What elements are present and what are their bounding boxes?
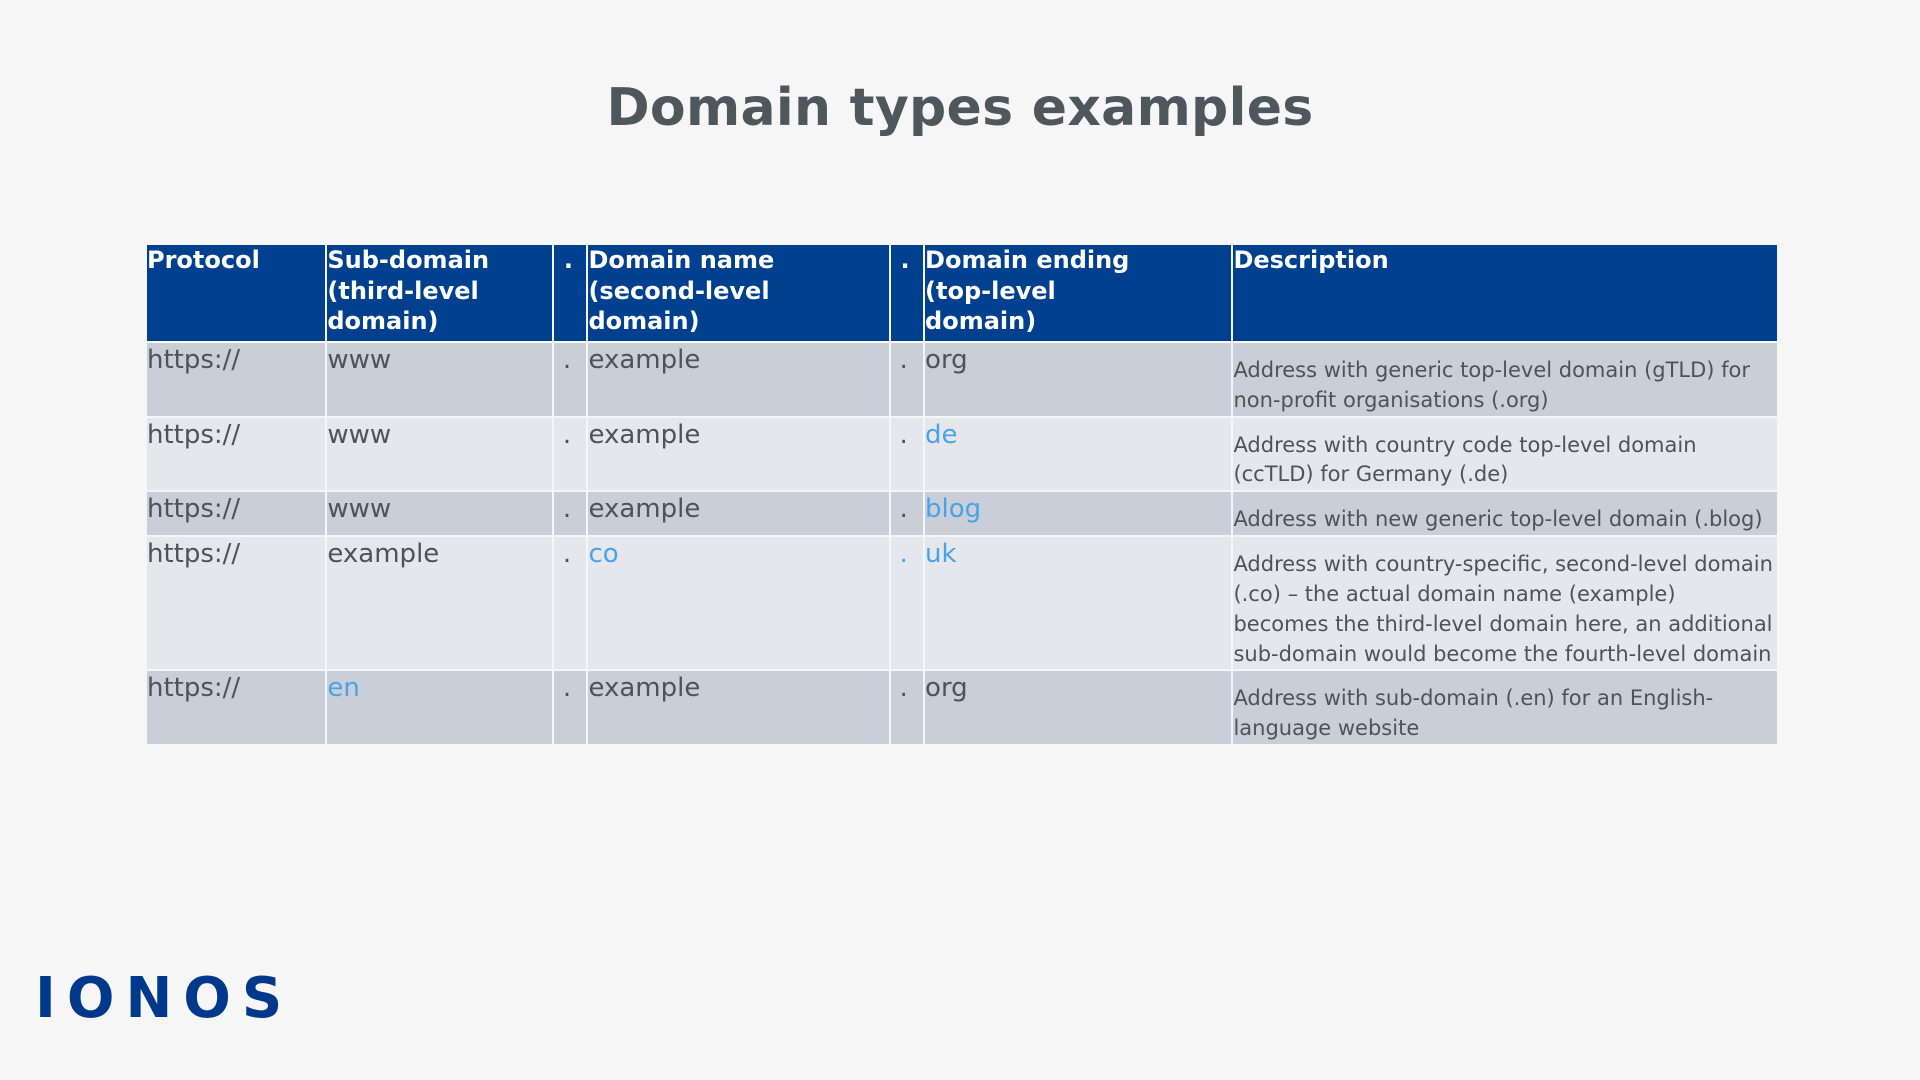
column-header-dot-separator-2: . bbox=[890, 245, 924, 341]
cell-protocol: https:// bbox=[147, 492, 326, 536]
cell-domain-ending: blog bbox=[925, 492, 1232, 536]
cell-protocol: https:// bbox=[147, 343, 326, 416]
cell-domain-name: example bbox=[588, 492, 889, 536]
table-row: https://example. co. uk Address with countr… bbox=[147, 537, 1777, 670]
cell-description: Address with new generic top-level domai… bbox=[1233, 492, 1777, 536]
header-line: . bbox=[563, 246, 574, 274]
cell-subdomain: www bbox=[327, 343, 552, 416]
column-header-protocol: Protocol bbox=[147, 245, 326, 341]
cell-description: Address with country code top-level doma… bbox=[1233, 417, 1777, 491]
cell-dot-separator-1: . bbox=[553, 492, 587, 536]
header-line: (top-level bbox=[925, 276, 1056, 305]
header-line: . bbox=[900, 246, 910, 274]
header-line: domain) bbox=[925, 307, 1037, 336]
cell-description: Address with sub-domain (.en) for an Eng… bbox=[1233, 671, 1777, 744]
cell-dot-separator-1: . bbox=[553, 343, 587, 416]
cell-domain-name: example bbox=[588, 417, 889, 491]
header-line: Sub-domain bbox=[327, 246, 490, 274]
header-line: (second-level bbox=[588, 276, 770, 305]
table-header: Protocol Sub-domain (third-level domain)… bbox=[147, 245, 1777, 341]
infographic-page: Domain types examples Protocol Sub-domai… bbox=[0, 0, 1920, 1080]
cell-domain-name: example bbox=[588, 343, 889, 416]
cell-subdomain: www bbox=[327, 492, 552, 536]
cell-description: Address with country-specific, second-le… bbox=[1233, 537, 1777, 670]
header-line: Domain name bbox=[588, 246, 775, 274]
domain-types-table: Protocol Sub-domain (third-level domain)… bbox=[145, 243, 1779, 746]
page-title: Domain types examples bbox=[606, 78, 1314, 138]
cell-protocol: https:// bbox=[147, 671, 326, 744]
header-line: domain) bbox=[588, 307, 700, 336]
table-row: https://www. example. org Address with gene… bbox=[147, 343, 1777, 416]
cell-protocol: https:// bbox=[147, 417, 326, 491]
cell-subdomain: example bbox=[327, 537, 552, 670]
cell-dot-separator-1: . bbox=[553, 537, 587, 670]
cell-domain-name: co bbox=[588, 537, 889, 670]
column-header-description: Description bbox=[1233, 245, 1777, 341]
cell-dot-separator-2: . bbox=[890, 492, 924, 536]
column-header-dot-separator-1: . bbox=[553, 245, 587, 341]
cell-dot-separator-1: . bbox=[553, 671, 587, 744]
table-row: https://en. example. org Address with sub-d… bbox=[147, 671, 1777, 744]
table-header-row: Protocol Sub-domain (third-level domain)… bbox=[147, 245, 1777, 341]
cell-subdomain: www bbox=[327, 417, 552, 491]
table-body: https://www. example. org Address with gene… bbox=[147, 343, 1777, 744]
cell-subdomain: en bbox=[327, 671, 552, 744]
cell-dot-separator-2: . bbox=[890, 417, 924, 491]
cell-domain-ending: org bbox=[925, 343, 1232, 416]
header-line: (third-level bbox=[327, 276, 479, 305]
column-header-domain-name: Domain name (second-level domain) bbox=[588, 245, 889, 341]
cell-domain-name: example bbox=[588, 671, 889, 744]
cell-protocol: https:// bbox=[147, 537, 326, 670]
domain-types-table-wrapper: Protocol Sub-domain (third-level domain)… bbox=[145, 243, 1779, 746]
ionos-logo: IONOS bbox=[35, 966, 294, 1031]
header-line: domain) bbox=[327, 307, 439, 336]
header-line: Description bbox=[1233, 246, 1389, 274]
cell-dot-separator-2: . bbox=[890, 537, 924, 670]
table-row: https://www. example. blog Address with new… bbox=[147, 492, 1777, 536]
header-line: Domain ending bbox=[925, 246, 1130, 274]
cell-domain-ending: de bbox=[925, 417, 1232, 491]
cell-dot-separator-2: . bbox=[890, 671, 924, 744]
table-row: https://www. example. de Address with count… bbox=[147, 417, 1777, 491]
cell-dot-separator-2: . bbox=[890, 343, 924, 416]
cell-description: Address with generic top-level domain (g… bbox=[1233, 343, 1777, 416]
cell-domain-ending: uk bbox=[925, 537, 1232, 670]
cell-dot-separator-1: . bbox=[553, 417, 587, 491]
cell-domain-ending: org bbox=[925, 671, 1232, 744]
column-header-subdomain: Sub-domain (third-level domain) bbox=[327, 245, 552, 341]
column-header-domain-ending: Domain ending (top-level domain) bbox=[925, 245, 1232, 341]
header-line: Protocol bbox=[147, 246, 260, 274]
